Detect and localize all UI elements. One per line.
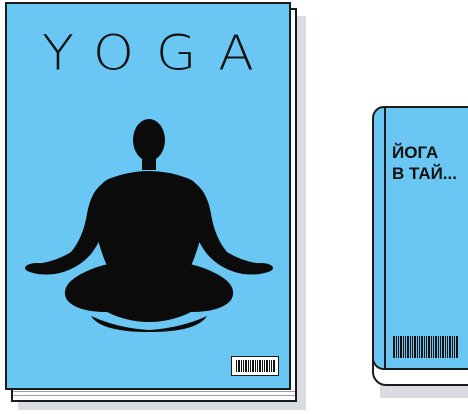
meditation-figure-icon	[25, 119, 273, 332]
illustration-canvas: YOGA ЙОГА В ТАЙ...	[0, 0, 468, 414]
book-spine	[384, 108, 386, 368]
book-title: ЙОГА В ТАЙ...	[392, 142, 457, 184]
book-barcode	[393, 336, 458, 358]
magazine-barcode	[231, 356, 279, 376]
russian-book: ЙОГА В ТАЙ...	[364, 106, 468, 402]
book-title-line1: ЙОГА	[392, 143, 439, 162]
magazine-cover: YOGA	[5, 2, 291, 390]
book-title-line2: В ТАЙ...	[392, 164, 457, 183]
magazine-title: YOGA	[42, 26, 276, 82]
